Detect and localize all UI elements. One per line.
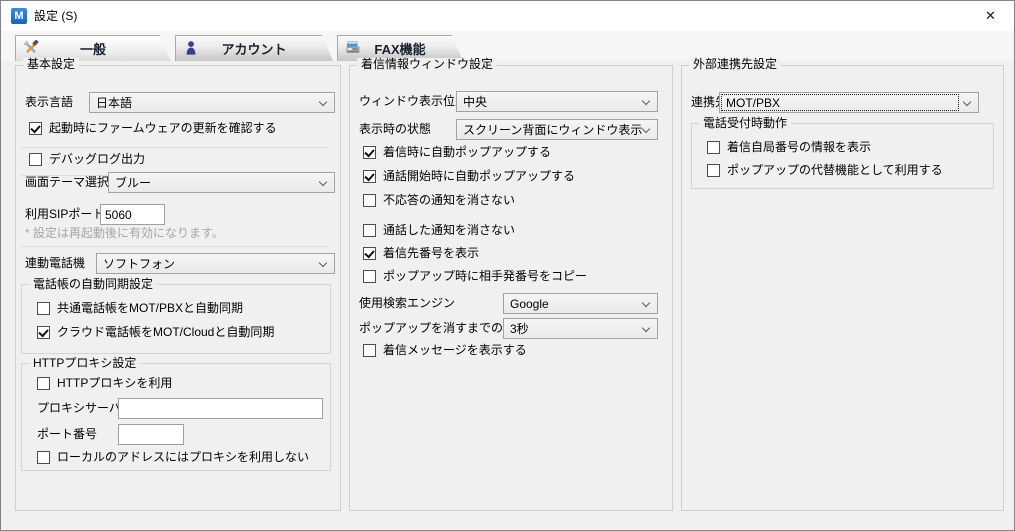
show-callee-number-checkbox[interactable]: [363, 247, 376, 260]
keep-answered-notice-checkbox[interactable]: [363, 224, 376, 237]
auto-popup-incoming-label: 着信時に自動ポップアップする: [383, 146, 551, 159]
show-own-number-checkbox[interactable]: [707, 141, 720, 154]
show-own-number-label: 着信自局番号の情報を表示: [727, 141, 871, 154]
separator: [21, 246, 327, 247]
firmware-check-label: 起動時にファームウェアの更新を確認する: [49, 122, 277, 135]
common-phonebook-sync-checkbox[interactable]: [37, 302, 50, 315]
chevron-down-icon: [963, 98, 971, 106]
popup-timeout-label: ポップアップを消すまでの時間: [359, 322, 527, 335]
proxy-server-input[interactable]: [118, 398, 323, 419]
display-state-label: 表示時の状態: [359, 123, 431, 136]
external-link-title: 外部連携先設定: [689, 58, 781, 71]
copy-caller-number-checkbox[interactable]: [363, 270, 376, 283]
window-position-label: ウィンドウ表示位置: [359, 95, 467, 108]
proxy-port-input[interactable]: [118, 424, 184, 445]
show-callee-number-label: 着信先番号を表示: [383, 247, 479, 260]
keep-unanswered-notice-checkbox[interactable]: [363, 194, 376, 207]
http-proxy-title: HTTPプロキシ設定: [29, 357, 140, 370]
linked-phone-label: 連動電話機: [25, 257, 85, 270]
theme-select[interactable]: ブルー: [108, 172, 335, 193]
search-engine-select[interactable]: Google: [503, 293, 658, 314]
debug-log-checkbox[interactable]: [29, 153, 42, 166]
popup-timeout-select[interactable]: 3秒: [503, 318, 658, 339]
theme-label: 画面テーマ選択: [25, 176, 109, 189]
title-bar: M 設定 (S) ✕: [1, 1, 1014, 31]
separator: [21, 147, 327, 148]
display-language-value: 日本語: [96, 94, 132, 111]
popup-timeout-value: 3秒: [510, 320, 529, 337]
theme-value: ブルー: [115, 174, 151, 191]
display-language-select[interactable]: 日本語: [89, 92, 335, 113]
auto-popup-incoming-checkbox[interactable]: [363, 146, 376, 159]
close-button[interactable]: ✕: [968, 2, 1013, 30]
sip-port-label: 利用SIPポート: [25, 208, 104, 221]
display-language-label: 表示言語: [25, 96, 73, 109]
settings-dialog: M 設定 (S) ✕ 一般 アカウント: [0, 0, 1015, 531]
show-incoming-message-label: 着信メッセージを表示する: [383, 344, 527, 357]
tab-account-label: アカウント: [175, 35, 333, 61]
no-local-proxy-checkbox[interactable]: [37, 451, 50, 464]
chevron-down-icon: [642, 324, 650, 332]
close-icon: ✕: [985, 8, 996, 24]
window-position-value: 中央: [463, 93, 487, 110]
call-reception-title: 電話受付時動作: [699, 117, 791, 130]
chevron-down-icon: [319, 178, 327, 186]
auto-popup-call-start-label: 通話開始時に自動ポップアップする: [383, 170, 575, 183]
auto-popup-call-start-checkbox[interactable]: [363, 170, 376, 183]
linked-phone-select[interactable]: ソフトフォン: [96, 253, 335, 274]
copy-caller-number-label: ポップアップ時に相手発番号をコピー: [383, 270, 587, 283]
call-reception-group: [691, 123, 994, 189]
phonebook-sync-title: 電話帳の自動同期設定: [29, 278, 157, 291]
keep-unanswered-notice-label: 不応答の通知を消さない: [383, 194, 515, 207]
display-state-select[interactable]: スクリーン背面にウィンドウ表示: [456, 119, 658, 140]
cloud-phonebook-sync-label: クラウド電話帳をMOT/Cloudと自動同期: [57, 326, 274, 339]
app-icon: M: [11, 8, 27, 24]
chevron-down-icon: [642, 125, 650, 133]
window-title: 設定 (S): [34, 1, 77, 31]
search-engine-label: 使用検索エンジン: [359, 297, 455, 310]
link-destination-value: MOT/PBX: [726, 96, 780, 110]
chevron-down-icon: [319, 259, 327, 267]
show-incoming-message-checkbox[interactable]: [363, 344, 376, 357]
debug-log-label: デバッグログ出力: [49, 153, 145, 166]
link-destination-select[interactable]: MOT/PBX: [719, 92, 979, 113]
proxy-server-label: プロキシサーバ: [37, 402, 121, 415]
phonebook-sync-group: [21, 284, 331, 354]
linked-phone-value: ソフトフォン: [103, 255, 175, 272]
cloud-phonebook-sync-checkbox[interactable]: [37, 326, 50, 339]
proxy-port-label: ポート番号: [37, 428, 97, 441]
no-local-proxy-label: ローカルのアドレスにはプロキシを利用しない: [57, 451, 309, 464]
use-proxy-label: HTTPプロキシを利用: [57, 377, 172, 390]
sip-port-input[interactable]: [100, 204, 165, 225]
common-phonebook-sync-label: 共通電話帳をMOT/PBXと自動同期: [57, 302, 243, 315]
firmware-check-checkbox[interactable]: [29, 122, 42, 135]
search-engine-value: Google: [510, 297, 549, 311]
incoming-window-title: 着信情報ウィンドウ設定: [357, 58, 497, 71]
popup-alternative-label: ポップアップの代替機能として利用する: [727, 164, 943, 177]
tab-account[interactable]: アカウント: [175, 35, 333, 61]
chevron-down-icon: [642, 97, 650, 105]
display-state-value: スクリーン背面にウィンドウ表示: [463, 121, 642, 138]
chevron-down-icon: [319, 98, 327, 106]
keep-answered-notice-label: 通話した通知を消さない: [383, 224, 515, 237]
window-position-select[interactable]: 中央: [456, 91, 658, 112]
sip-restart-note: * 設定は再起動後に有効になります。: [25, 227, 224, 240]
chevron-down-icon: [642, 299, 650, 307]
basic-settings-title: 基本設定: [23, 58, 79, 71]
use-proxy-checkbox[interactable]: [37, 377, 50, 390]
popup-alternative-checkbox[interactable]: [707, 164, 720, 177]
